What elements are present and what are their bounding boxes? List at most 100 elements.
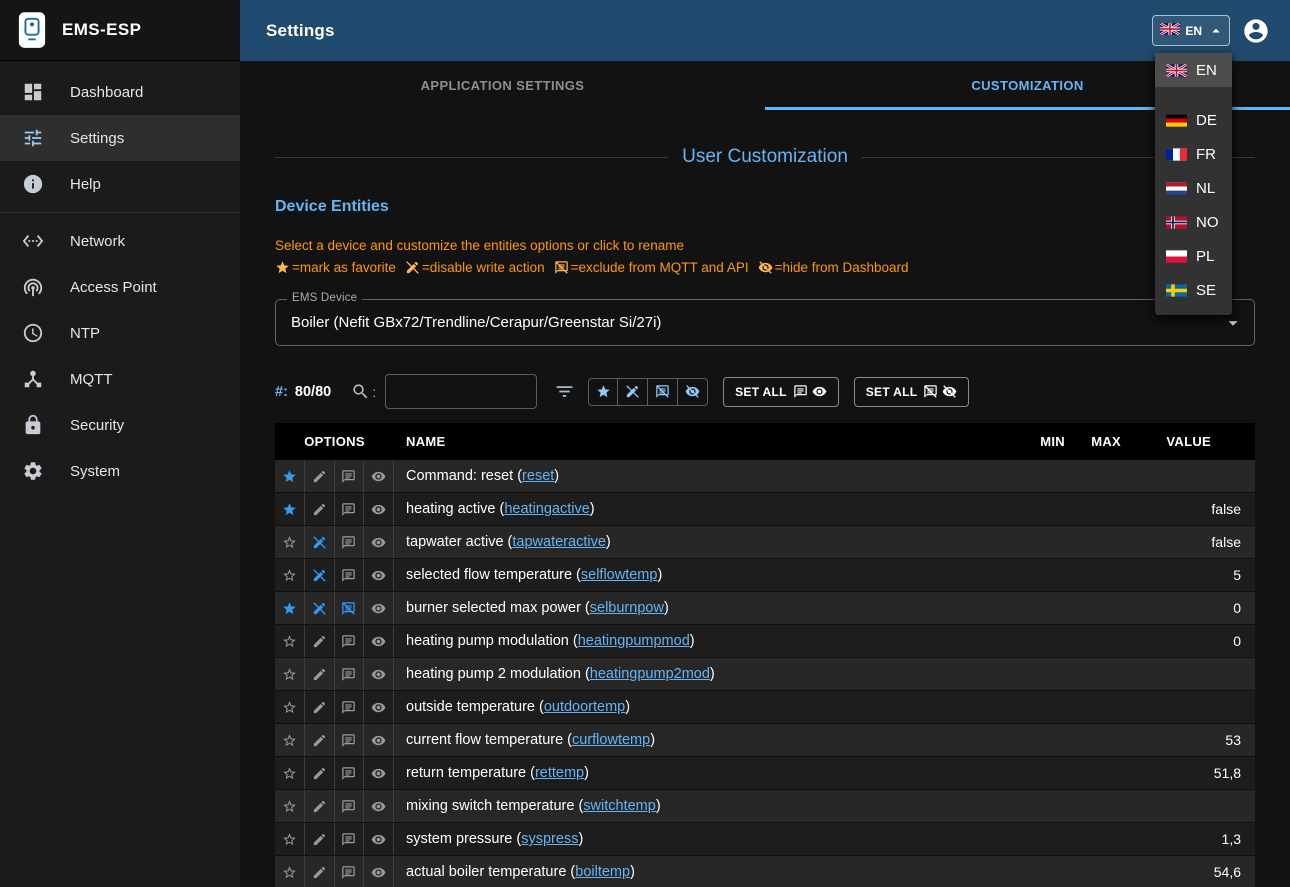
sidebar-item-access-point[interactable]: Access Point bbox=[0, 264, 240, 310]
sidebar-item-mqtt[interactable]: MQTT bbox=[0, 356, 240, 402]
hide-toggle[interactable] bbox=[364, 757, 394, 789]
mqtt-exclude-toggle[interactable] bbox=[335, 724, 365, 756]
favorite-toggle[interactable] bbox=[275, 691, 305, 723]
sidebar-item-settings[interactable]: Settings bbox=[0, 115, 240, 161]
disable-write-toggle[interactable] bbox=[305, 460, 335, 492]
entity-name-cell[interactable]: actual boiler temperature (boiltemp) bbox=[394, 856, 1011, 887]
entity-id-link[interactable]: selflowtemp bbox=[581, 567, 658, 583]
disable-write-toggle[interactable] bbox=[305, 856, 335, 887]
mqtt-exclude-toggle[interactable] bbox=[335, 625, 365, 657]
disable-write-toggle[interactable] bbox=[305, 757, 335, 789]
favorite-toggle[interactable] bbox=[275, 625, 305, 657]
disable-write-toggle[interactable] bbox=[305, 625, 335, 657]
disable-write-toggle[interactable] bbox=[305, 493, 335, 525]
language-option-pl[interactable]: PL bbox=[1155, 239, 1232, 273]
mqtt-exclude-toggle[interactable] bbox=[335, 790, 365, 822]
disable-write-toggle[interactable] bbox=[305, 559, 335, 591]
entity-name-cell[interactable]: heating pump modulation (heatingpumpmod) bbox=[394, 625, 1011, 658]
mqtt-exclude-toggle[interactable] bbox=[335, 757, 365, 789]
mqtt-exclude-toggle[interactable] bbox=[335, 823, 365, 855]
entity-name-cell[interactable]: mixing switch temperature (switchtemp) bbox=[394, 790, 1011, 823]
language-select[interactable]: EN bbox=[1152, 15, 1230, 46]
hide-toggle[interactable] bbox=[364, 460, 394, 492]
language-option-no[interactable]: NO bbox=[1155, 205, 1232, 239]
favorite-toggle[interactable] bbox=[275, 856, 305, 887]
entity-id-link[interactable]: outdoortemp bbox=[544, 699, 625, 715]
favorite-toggle[interactable] bbox=[275, 790, 305, 822]
language-option-se[interactable]: SE bbox=[1155, 273, 1232, 307]
hide-toggle[interactable] bbox=[364, 691, 394, 723]
disable-write-toggle[interactable] bbox=[305, 823, 335, 855]
language-option-fr[interactable]: FR bbox=[1155, 137, 1232, 171]
hide-toggle[interactable] bbox=[364, 724, 394, 756]
hide-toggle[interactable] bbox=[364, 658, 394, 690]
mqtt-exclude-toggle[interactable] bbox=[335, 526, 365, 558]
sidebar-item-dashboard[interactable]: Dashboard bbox=[0, 69, 240, 115]
disable-write-toggle[interactable] bbox=[305, 658, 335, 690]
entity-name-cell[interactable]: return temperature (rettemp) bbox=[394, 757, 1011, 790]
hide-toggle[interactable] bbox=[364, 559, 394, 591]
tab-application-settings[interactable]: APPLICATION SETTINGS bbox=[240, 61, 765, 110]
entity-name-cell[interactable]: Command: reset (reset) bbox=[394, 460, 1011, 493]
favorite-toggle[interactable] bbox=[275, 460, 305, 492]
entity-id-link[interactable]: curflowtemp bbox=[572, 732, 650, 748]
disable-write-toggle[interactable] bbox=[305, 592, 335, 624]
hide-toggle[interactable] bbox=[364, 823, 394, 855]
entity-id-link[interactable]: switchtemp bbox=[583, 798, 656, 814]
sidebar-item-system[interactable]: System bbox=[0, 448, 240, 494]
entity-id-link[interactable]: heatingpumpmod bbox=[578, 633, 690, 649]
ems-device-select[interactable]: EMS Device Boiler (Nefit GBx72/Trendline… bbox=[275, 299, 1255, 346]
mqtt-exclude-toggle[interactable] bbox=[335, 493, 365, 525]
disable-write-toggle[interactable] bbox=[305, 724, 335, 756]
favorite-toggle[interactable] bbox=[275, 526, 305, 558]
sidebar-item-security[interactable]: Security bbox=[0, 402, 240, 448]
filter-readonly-toggle[interactable] bbox=[618, 378, 648, 406]
mqtt-exclude-toggle[interactable] bbox=[335, 691, 365, 723]
search-input[interactable] bbox=[385, 374, 537, 409]
mqtt-exclude-toggle[interactable] bbox=[335, 856, 365, 887]
account-button[interactable] bbox=[1242, 17, 1270, 45]
entity-id-link[interactable]: reset bbox=[522, 468, 554, 484]
entity-name-cell[interactable]: selected flow temperature (selflowtemp) bbox=[394, 559, 1011, 592]
entity-id-link[interactable]: selburnpow bbox=[590, 600, 664, 616]
mqtt-exclude-toggle[interactable] bbox=[335, 592, 365, 624]
entity-name-cell[interactable]: system pressure (syspress) bbox=[394, 823, 1011, 856]
entity-id-link[interactable]: syspress bbox=[521, 831, 578, 847]
entity-name-cell[interactable]: burner selected max power (selburnpow) bbox=[394, 592, 1011, 625]
favorite-toggle[interactable] bbox=[275, 559, 305, 591]
favorite-toggle[interactable] bbox=[275, 658, 305, 690]
favorite-toggle[interactable] bbox=[275, 493, 305, 525]
filter-hidden-toggle[interactable] bbox=[678, 378, 708, 406]
entity-name-cell[interactable]: tapwater active (tapwateractive) bbox=[394, 526, 1011, 559]
disable-write-toggle[interactable] bbox=[305, 526, 335, 558]
disable-write-toggle[interactable] bbox=[305, 790, 335, 822]
sidebar-item-ntp[interactable]: NTP bbox=[0, 310, 240, 356]
favorite-toggle[interactable] bbox=[275, 757, 305, 789]
hide-toggle[interactable] bbox=[364, 592, 394, 624]
entity-id-link[interactable]: heatingactive bbox=[504, 501, 589, 517]
entity-name-cell[interactable]: current flow temperature (curflowtemp) bbox=[394, 724, 1011, 757]
filter-mqtt-excluded-toggle[interactable] bbox=[648, 378, 678, 406]
hide-toggle[interactable] bbox=[364, 790, 394, 822]
favorite-toggle[interactable] bbox=[275, 823, 305, 855]
sidebar-item-help[interactable]: Help bbox=[0, 161, 240, 207]
hide-toggle[interactable] bbox=[364, 856, 394, 887]
favorite-toggle[interactable] bbox=[275, 592, 305, 624]
sidebar-item-network[interactable]: Network bbox=[0, 218, 240, 264]
favorite-toggle[interactable] bbox=[275, 724, 305, 756]
entity-name-cell[interactable]: heating pump 2 modulation (heatingpump2m… bbox=[394, 658, 1011, 691]
mqtt-exclude-toggle[interactable] bbox=[335, 460, 365, 492]
set-all-hide-button[interactable]: SET ALL bbox=[854, 377, 970, 407]
hide-toggle[interactable] bbox=[364, 625, 394, 657]
hide-toggle[interactable] bbox=[364, 493, 394, 525]
mqtt-exclude-toggle[interactable] bbox=[335, 559, 365, 591]
language-option-en[interactable]: EN bbox=[1155, 53, 1232, 87]
disable-write-toggle[interactable] bbox=[305, 691, 335, 723]
entity-name-cell[interactable]: heating active (heatingactive) bbox=[394, 493, 1011, 526]
filter-favorites-toggle[interactable] bbox=[588, 378, 618, 406]
mqtt-exclude-toggle[interactable] bbox=[335, 658, 365, 690]
language-option-nl[interactable]: NL bbox=[1155, 171, 1232, 205]
entity-id-link[interactable]: rettemp bbox=[535, 765, 584, 781]
entity-id-link[interactable]: boiltemp bbox=[575, 864, 630, 880]
set-all-show-button[interactable]: SET ALL bbox=[723, 377, 839, 407]
